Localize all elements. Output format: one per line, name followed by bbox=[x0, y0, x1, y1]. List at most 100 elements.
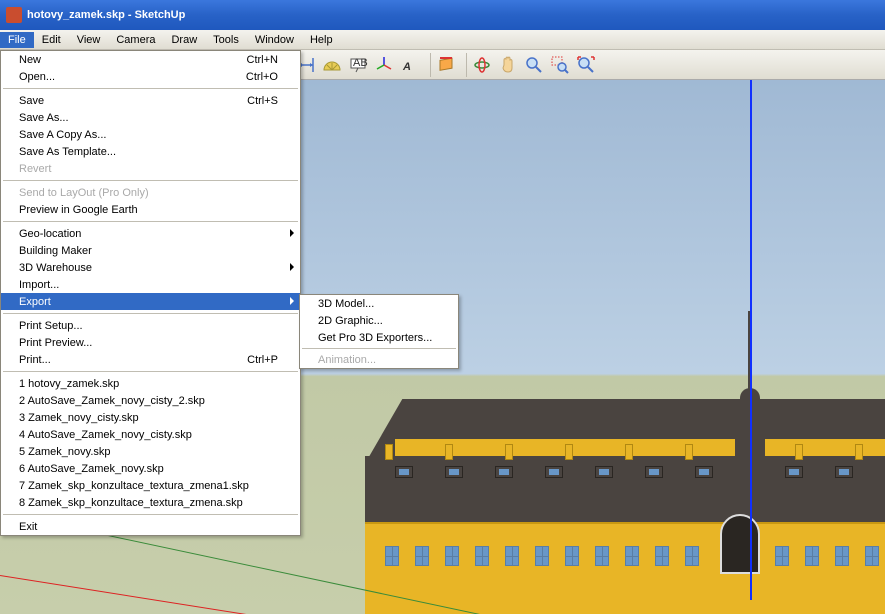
menu-item[interactable]: 6 AutoSave_Zamek_novy.skp bbox=[1, 460, 300, 477]
submenu-item[interactable]: Get Pro 3D Exporters... bbox=[300, 329, 458, 346]
submenu-item: Animation... bbox=[300, 351, 458, 368]
menu-item[interactable]: Exit bbox=[1, 518, 300, 535]
menu-item-label: 3 Zamek_novy_cisty.skp bbox=[19, 412, 139, 424]
menu-item-label: 2 AutoSave_Zamek_novy_cisty_2.skp bbox=[19, 395, 205, 407]
menu-item-label: Revert bbox=[19, 163, 51, 175]
menu-item-label: Send to LayOut (Pro Only) bbox=[19, 187, 149, 199]
menu-edit[interactable]: Edit bbox=[34, 32, 69, 48]
menu-item[interactable]: 7 Zamek_skp_konzultace_textura_zmena1.sk… bbox=[1, 477, 300, 494]
toolbar-separator bbox=[425, 53, 431, 77]
menu-item-label: Import... bbox=[19, 279, 59, 291]
svg-text:ABC: ABC bbox=[353, 57, 368, 69]
menu-item-label: Save As... bbox=[19, 112, 69, 124]
axis-red bbox=[0, 575, 395, 614]
menu-separator bbox=[302, 348, 456, 349]
menu-item-label: 8 Zamek_skp_konzultace_textura_zmena.skp bbox=[19, 497, 243, 509]
menu-item-label: Exit bbox=[19, 521, 37, 533]
menu-item-label: Building Maker bbox=[19, 245, 92, 257]
orbit-icon[interactable] bbox=[470, 53, 494, 77]
file-menu-dropdown: New Ctrl+N Open... Ctrl+O Save Ctrl+S Save As.… bbox=[0, 50, 301, 536]
menu-shortcut: Ctrl+O bbox=[246, 71, 278, 83]
menu-item-label: 6 AutoSave_Zamek_novy.skp bbox=[19, 463, 164, 475]
menu-item-label: Save bbox=[19, 95, 44, 107]
3dtext-icon[interactable]: A bbox=[398, 53, 422, 77]
menu-item[interactable]: Save As Template... bbox=[1, 143, 300, 160]
menu-item[interactable]: New Ctrl+N bbox=[1, 51, 300, 68]
menu-item[interactable]: 4 AutoSave_Zamek_novy_cisty.skp bbox=[1, 426, 300, 443]
menu-item: Send to LayOut (Pro Only) bbox=[1, 184, 300, 201]
menu-item-label: 3D Warehouse bbox=[19, 262, 92, 274]
menu-draw[interactable]: Draw bbox=[163, 32, 205, 48]
window-title: hotovy_zamek.skp - SketchUp bbox=[27, 9, 185, 21]
menu-item[interactable]: Save A Copy As... bbox=[1, 126, 300, 143]
menu-separator bbox=[3, 514, 298, 515]
menu-item[interactable]: 5 Zamek_novy.skp bbox=[1, 443, 300, 460]
menu-camera[interactable]: Camera bbox=[108, 32, 163, 48]
menu-item-label: Preview in Google Earth bbox=[19, 204, 138, 216]
menu-item[interactable]: Preview in Google Earth bbox=[1, 201, 300, 218]
menu-item-label: Open... bbox=[19, 71, 55, 83]
menu-file[interactable]: File bbox=[0, 32, 34, 48]
menu-item[interactable]: Print... Ctrl+P bbox=[1, 351, 300, 368]
menu-item[interactable]: Print Setup... bbox=[1, 317, 300, 334]
export-submenu: 3D Model...2D Graphic...Get Pro 3D Expor… bbox=[299, 294, 459, 369]
zoom-icon[interactable] bbox=[522, 53, 546, 77]
menu-help[interactable]: Help bbox=[302, 32, 341, 48]
submenu-arrow-icon bbox=[290, 229, 294, 237]
menu-separator bbox=[3, 88, 298, 89]
menu-item[interactable]: Geo-location bbox=[1, 225, 300, 242]
menu-item-label: Save A Copy As... bbox=[19, 129, 106, 141]
menu-item[interactable]: Building Maker bbox=[1, 242, 300, 259]
submenu-item[interactable]: 3D Model... bbox=[300, 295, 458, 312]
menu-item-label: Print Preview... bbox=[19, 337, 92, 349]
section-plane-icon[interactable] bbox=[434, 53, 458, 77]
menu-item[interactable]: 3D Warehouse bbox=[1, 259, 300, 276]
menu-item-label: 1 hotovy_zamek.skp bbox=[19, 378, 119, 390]
building-model bbox=[365, 364, 885, 614]
menu-item-label: Export bbox=[19, 296, 51, 308]
menu-separator bbox=[3, 313, 298, 314]
menu-item[interactable]: Import... bbox=[1, 276, 300, 293]
menu-shortcut: Ctrl+S bbox=[247, 95, 278, 107]
submenu-arrow-icon bbox=[290, 263, 294, 271]
submenu-item[interactable]: 2D Graphic... bbox=[300, 312, 458, 329]
app-icon bbox=[6, 7, 22, 23]
pan-icon[interactable] bbox=[496, 53, 520, 77]
menubar: FileEditViewCameraDrawToolsWindowHelp bbox=[0, 30, 885, 50]
menu-separator bbox=[3, 180, 298, 181]
menu-tools[interactable]: Tools bbox=[205, 32, 247, 48]
titlebar: hotovy_zamek.skp - SketchUp bbox=[0, 0, 885, 30]
menu-window[interactable]: Window bbox=[247, 32, 302, 48]
menu-shortcut: Ctrl+N bbox=[247, 54, 278, 66]
submenu-arrow-icon bbox=[290, 297, 294, 305]
menu-item[interactable]: Save Ctrl+S bbox=[1, 92, 300, 109]
menu-item: Revert bbox=[1, 160, 300, 177]
menu-view[interactable]: View bbox=[69, 32, 109, 48]
menu-item[interactable]: 3 Zamek_novy_cisty.skp bbox=[1, 409, 300, 426]
menu-item[interactable]: Print Preview... bbox=[1, 334, 300, 351]
menu-item-label: Print Setup... bbox=[19, 320, 83, 332]
menu-item[interactable]: Export bbox=[1, 293, 300, 310]
zoom-extents-icon[interactable] bbox=[574, 53, 598, 77]
menu-item-label: Save As Template... bbox=[19, 146, 116, 158]
menu-shortcut: Ctrl+P bbox=[247, 354, 278, 366]
menu-item[interactable]: 1 hotovy_zamek.skp bbox=[1, 375, 300, 392]
menu-item-label: Print... bbox=[19, 354, 51, 366]
axes-icon[interactable] bbox=[372, 53, 396, 77]
axis-blue bbox=[750, 80, 752, 600]
menu-item[interactable]: 8 Zamek_skp_konzultace_textura_zmena.skp bbox=[1, 494, 300, 511]
protractor-icon[interactable] bbox=[320, 53, 344, 77]
zoom-window-icon[interactable] bbox=[548, 53, 572, 77]
menu-item[interactable]: Save As... bbox=[1, 109, 300, 126]
text-icon[interactable]: ABC bbox=[346, 53, 370, 77]
menu-separator bbox=[3, 371, 298, 372]
toolbar-separator bbox=[461, 53, 467, 77]
svg-text:A: A bbox=[402, 61, 411, 73]
menu-item[interactable]: 2 AutoSave_Zamek_novy_cisty_2.skp bbox=[1, 392, 300, 409]
menu-item-label: New bbox=[19, 54, 41, 66]
menu-item-label: 7 Zamek_skp_konzultace_textura_zmena1.sk… bbox=[19, 480, 249, 492]
menu-separator bbox=[3, 221, 298, 222]
menu-item[interactable]: Open... Ctrl+O bbox=[1, 68, 300, 85]
menu-item-label: 4 AutoSave_Zamek_novy_cisty.skp bbox=[19, 429, 192, 441]
menu-item-label: Geo-location bbox=[19, 228, 81, 240]
